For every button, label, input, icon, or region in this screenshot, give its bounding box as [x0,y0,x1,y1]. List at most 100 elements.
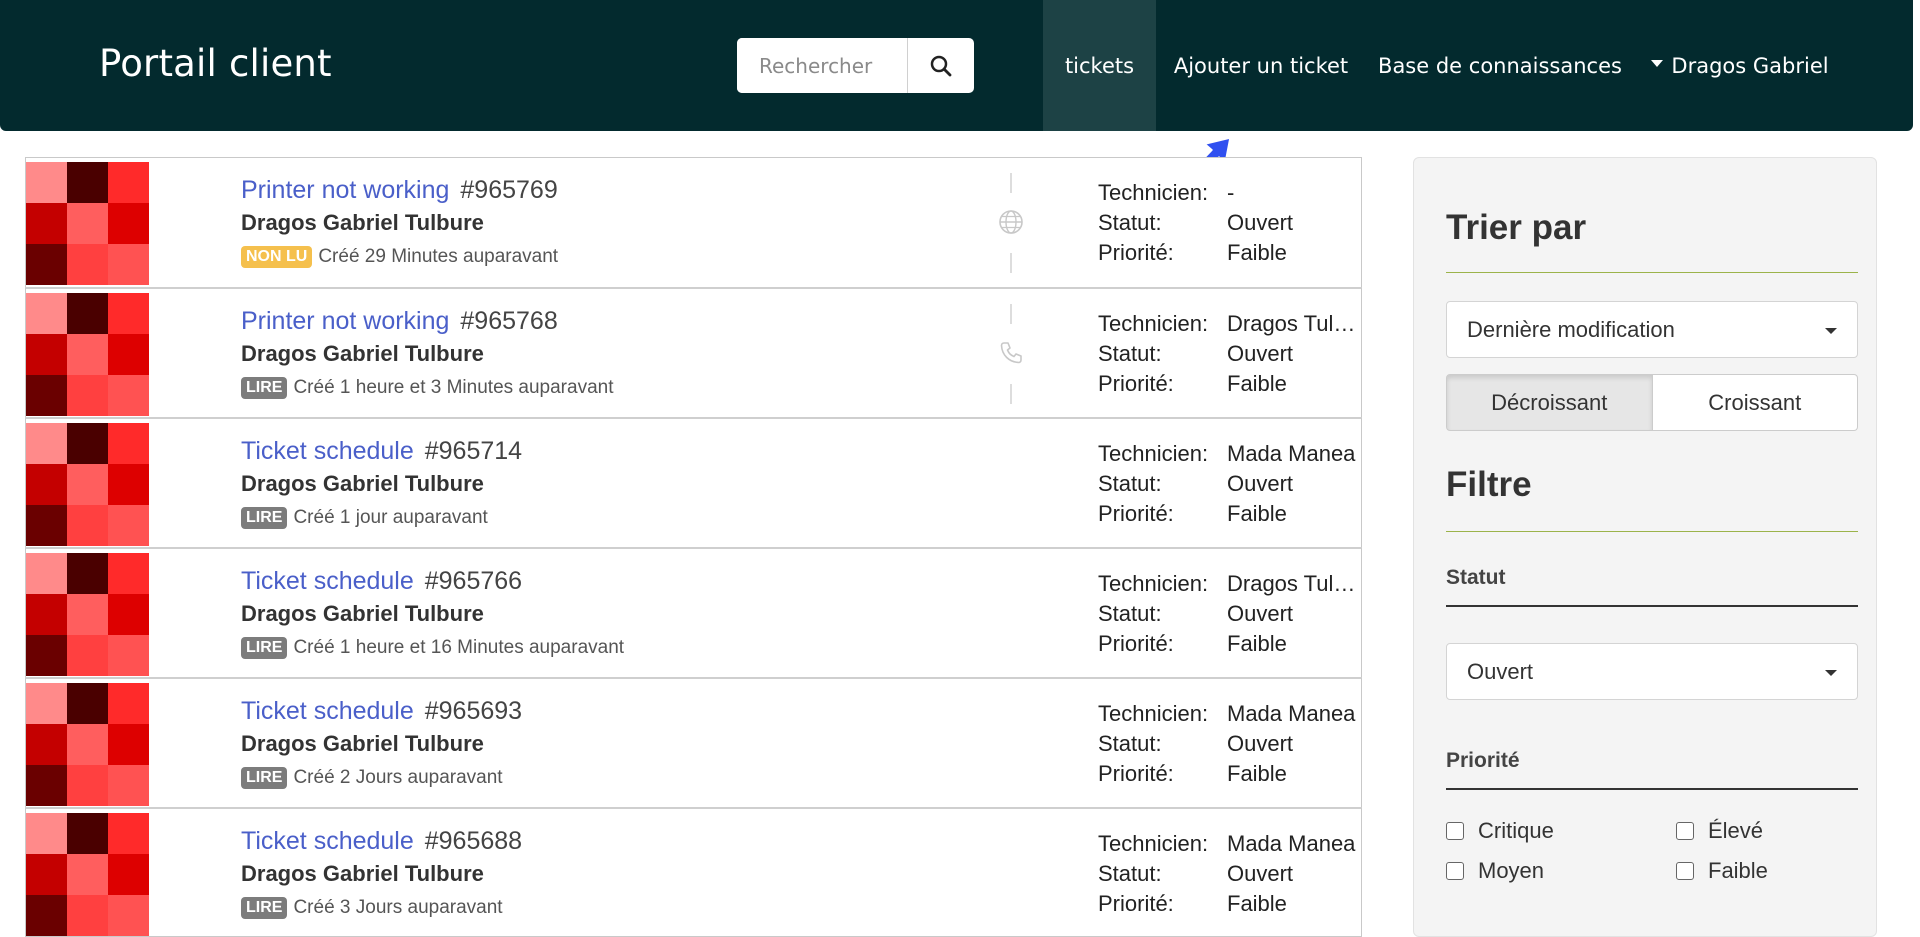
avatar-cell [26,505,67,546]
technicien-value: Dragos Tulbure [1227,311,1357,336]
read-status-badge: LIRE [241,377,288,399]
checkbox-label: Faible [1708,858,1768,883]
ticket-row[interactable]: Ticket schedule #965714 Dragos Gabriel T… [25,417,1362,547]
avatar-cell [67,334,108,375]
ticket-title-link[interactable]: Printer not working [241,176,449,204]
order-desc-button[interactable]: Décroissant [1446,374,1653,431]
ticket-row[interactable]: Printer not working #965769 Dragos Gabri… [25,157,1362,287]
channel-indicator [996,564,1026,664]
order-asc-button[interactable]: Croissant [1652,374,1858,431]
avatar-cell [26,162,67,203]
ticket-info: Technicien: - Statut: Ouvert Priorité: Faib… [1098,178,1357,268]
avatar-cell [67,375,108,416]
checkbox[interactable] [1446,862,1464,880]
ticket-meta: LIRE Créé 1 heure et 3 Minutes auparavan… [241,377,613,399]
statut-value: Ouvert [1227,210,1294,235]
priority-checkbox-eleve[interactable]: Élevé [1676,818,1763,844]
status-select[interactable]: Ouvert [1446,643,1858,700]
ticket-title-link[interactable]: Ticket schedule [241,437,414,465]
technicien-value: Mada Manea [1227,701,1356,726]
nav-knowledge-base[interactable]: Base de connaissances [1370,0,1630,131]
priority-checkbox-moyen[interactable]: Moyen [1446,858,1544,884]
channel-indicator [996,173,1026,273]
priority-checkbox-faible[interactable]: Faible [1676,858,1768,884]
avatar-cell [108,162,149,203]
ticket-author: Dragos Gabriel Tulbure [241,731,484,756]
technicien-label: Technicien: [1098,180,1209,205]
avatar-cell [67,895,108,936]
checkbox[interactable] [1676,862,1694,880]
avatar-cell [67,594,108,635]
divider [1446,272,1858,273]
top-navbar: Portail client tickets Ajouter un ticket… [0,0,1913,131]
avatar-cell [108,334,149,375]
divider [1010,304,1012,324]
ticket-number: #965766 [424,567,523,595]
statut-value: Ouvert [1227,471,1294,496]
priorite-value: Faible [1227,761,1287,786]
avatar-cell [26,553,67,594]
priorite-value: Faible [1227,240,1287,265]
statut-label: Statut: [1098,731,1162,756]
created-time: Créé 1 jour auparavant [293,507,488,528]
ticket-row[interactable]: Ticket schedule #965693 Dragos Gabriel T… [25,677,1362,807]
checkbox[interactable] [1676,822,1694,840]
avatar-cell [108,594,149,635]
ticket-title-link[interactable]: Ticket schedule [241,567,414,595]
ticket-number: #965714 [424,437,523,465]
avatar-cell [67,244,108,285]
sort-select[interactable]: Dernière modification [1446,301,1858,358]
priority-checkbox-critique[interactable]: Critique [1446,818,1554,844]
ticket-info: Technicien:Dragos Tulbure Statut:Ouvert … [1098,569,1357,659]
avatar-cell [26,594,67,635]
checkbox[interactable] [1446,822,1464,840]
avatar-cell [108,505,149,546]
ticket-title-link[interactable]: Ticket schedule [241,827,414,855]
ticket-meta: LIRE Créé 1 heure et 16 Minutes auparava… [241,637,624,659]
read-status-badge: LIRE [241,507,288,529]
priorite-value: Faible [1227,501,1287,526]
nav-tickets[interactable]: tickets [1043,0,1156,131]
avatar-cell [26,375,67,416]
search-button[interactable] [908,38,974,93]
channel-indicator [996,694,1026,794]
statut-value: Ouvert [1227,731,1294,756]
caret-down-icon [1651,60,1664,67]
avatar-cell [67,724,108,765]
channel-indicator [996,824,1026,924]
priorite-label: Priorité: [1098,631,1174,656]
search-input[interactable] [737,38,908,93]
statut-value: Ouvert [1227,601,1294,626]
ticket-number: #965693 [424,697,523,725]
avatar-cell [67,765,108,806]
ticket-title-link[interactable]: Ticket schedule [241,697,414,725]
avatar-cell [108,813,149,854]
created-time: Créé 29 Minutes auparavant [318,246,559,267]
user-menu[interactable]: Dragos Gabriel [1650,0,1830,131]
priority-filter-label: Priorité [1446,749,1520,772]
avatar-cell [67,854,108,895]
ticket-row[interactable]: Ticket schedule #965766 Dragos Gabriel T… [25,547,1362,677]
ticket-row[interactable]: Printer not working #965768 Dragos Gabri… [25,287,1362,417]
divider [1010,253,1012,273]
filter-title: Filtre [1446,465,1532,504]
avatar-cell [108,724,149,765]
priorite-label: Priorité: [1098,240,1174,265]
avatar-cell [26,724,67,765]
avatar-cell [108,635,149,676]
avatar-cell [108,203,149,244]
read-status-badge: LIRE [241,637,288,659]
avatar-cell [67,293,108,334]
avatar-cell [67,553,108,594]
channel-indicator [996,304,1026,404]
user-name: Dragos Gabriel [1671,53,1829,78]
ticket-number: #965769 [460,176,558,204]
avatar-cell [26,683,67,724]
ticket-info: Technicien: Mada Manea Statut: Ouvert Prio… [1098,699,1357,789]
ticket-title-link[interactable]: Printer not working [241,307,449,335]
avatar-cell [108,375,149,416]
nav-add-ticket[interactable]: Ajouter un ticket [1156,0,1366,131]
ticket-row[interactable]: Ticket schedule #965688 Dragos Gabriel T… [25,807,1362,937]
avatar-cell [67,813,108,854]
brand-title[interactable]: Portail client [99,42,332,85]
